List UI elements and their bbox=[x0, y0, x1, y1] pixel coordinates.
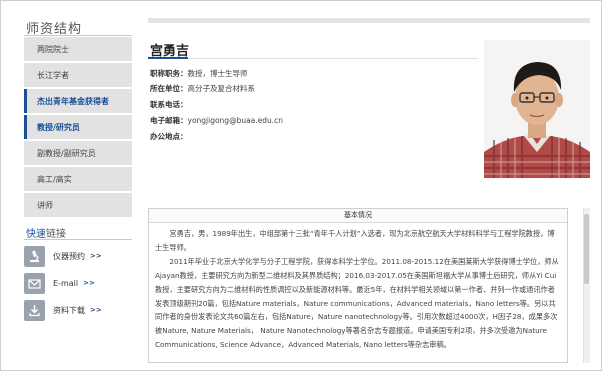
header-band bbox=[148, 18, 590, 23]
quick-link-instrument-booking[interactable]: 仪器预约 >> bbox=[24, 245, 132, 267]
info-email-link[interactable]: yongjigong@buaa.edu.cn bbox=[188, 116, 284, 125]
sidebar-item-distinguished-young[interactable]: 杰出青年基金获得者 bbox=[24, 89, 132, 113]
info-key: 电子邮箱： bbox=[150, 116, 188, 125]
bio-header: 基本情况 bbox=[149, 209, 567, 223]
profile-photo bbox=[484, 40, 590, 178]
bio-scrollbar-thumb[interactable] bbox=[584, 214, 589, 284]
sidebar-item-associate-professors[interactable]: 副教授/副研究员 bbox=[24, 141, 132, 165]
info-phone: 联系电话： bbox=[150, 99, 188, 110]
name-divider bbox=[148, 58, 478, 59]
sidebar-item-changjiang-scholars[interactable]: 长江学者 bbox=[24, 63, 132, 87]
sidebar-item-academicians[interactable]: 两院院士 bbox=[24, 37, 132, 61]
info-title: 职称职务：教授，博士生导师 bbox=[150, 68, 248, 79]
info-office: 办公地点： bbox=[150, 131, 188, 142]
quick-link-label: E-mail bbox=[53, 278, 79, 288]
sidebar-divider bbox=[24, 35, 132, 36]
microscope-icon bbox=[24, 245, 45, 267]
quick-links-title: 快速链接 bbox=[26, 225, 66, 240]
quick-link-email[interactable]: E-mail >> bbox=[24, 272, 132, 294]
bio-paragraph: 宫勇吉，男，1989年出生，中组部第十三批“青年千人计划”入选者，现为北京航空航… bbox=[155, 229, 555, 252]
quick-link-arrow: >> bbox=[90, 306, 102, 314]
envelope-icon bbox=[24, 272, 45, 294]
quick-link-label: 仪器预约 bbox=[53, 251, 85, 261]
quick-link-arrow: >> bbox=[90, 252, 102, 260]
download-icon bbox=[24, 299, 45, 321]
sidebar-item-professors[interactable]: 教授/研究员 bbox=[24, 115, 132, 139]
info-key: 办公地点： bbox=[150, 132, 188, 141]
quick-link-label: 资料下载 bbox=[53, 305, 85, 315]
info-key: 所在单位： bbox=[150, 84, 188, 93]
info-email: 电子邮箱：yongjigong@buaa.edu.cn bbox=[150, 115, 283, 126]
sidebar-item-senior-engineers[interactable]: 高工/高实 bbox=[24, 167, 132, 191]
info-department: 所在单位：高分子及复合材料系 bbox=[150, 83, 255, 94]
name-divider-accent bbox=[148, 57, 188, 59]
quick-link-arrow: >> bbox=[83, 279, 95, 287]
sidebar-menu: 两院院士 长江学者 杰出青年基金获得者 教授/研究员 副教授/副研究员 高工/高… bbox=[24, 37, 132, 219]
info-value: 教授，博士生导师 bbox=[187, 69, 248, 78]
bio-body: 宫勇吉，男，1989年出生，中组部第十三批“青年千人计划”入选者，现为北京航空航… bbox=[149, 223, 567, 352]
info-key: 职称职务： bbox=[150, 69, 188, 78]
info-value: 高分子及复合材料系 bbox=[187, 84, 256, 93]
sidebar-item-lecturers[interactable]: 讲师 bbox=[24, 193, 132, 217]
info-key: 联系电话： bbox=[150, 100, 188, 109]
bio-paragraph: 2011年毕业于北京大学化学与分子工程学院，获得本科学士学位。2011.08-2… bbox=[155, 256, 559, 350]
quick-links-divider bbox=[24, 239, 132, 240]
quick-link-downloads[interactable]: 资料下载 >> bbox=[24, 299, 132, 321]
bio-panel: 基本情况 宫勇吉，男，1989年出生，中组部第十三批“青年千人计划”入选者，现为… bbox=[148, 208, 568, 363]
